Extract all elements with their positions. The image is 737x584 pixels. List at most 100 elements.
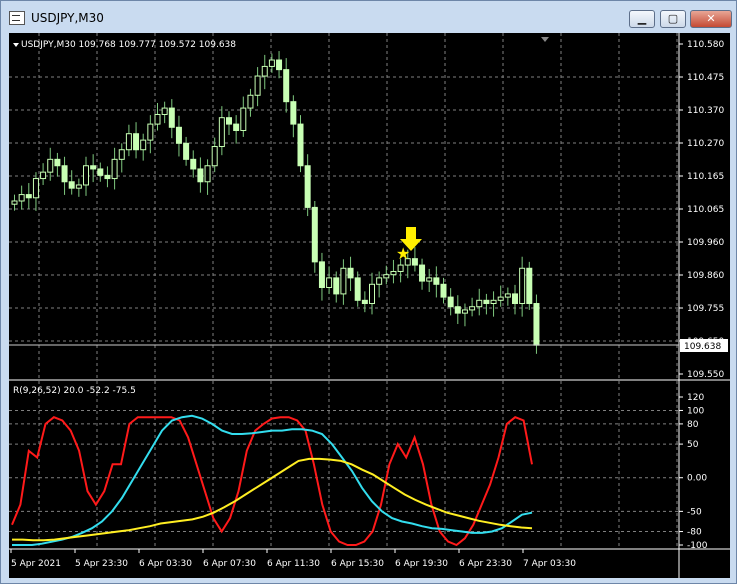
candle (469, 306, 476, 311)
candle (118, 149, 125, 160)
price-chart[interactable]: USDJPY,M30 109.768 109.777 109.572 109.6… (9, 33, 730, 578)
indicator-level-label: -80 (687, 528, 702, 538)
price-label: 110.270 (687, 139, 724, 149)
candle (433, 277, 440, 285)
candle (290, 101, 297, 125)
price-label: 109.960 (687, 238, 724, 248)
candle (526, 267, 533, 305)
candle (40, 171, 47, 180)
candle (226, 117, 232, 125)
candle (340, 267, 347, 295)
candle (68, 181, 75, 189)
indicator-level-label: -50 (687, 507, 702, 517)
candle (47, 158, 54, 173)
price-axis: 110.580 110.475 110.370 110.270 110.165 110.0… (679, 40, 724, 380)
candle (61, 165, 68, 183)
indicator-series (11, 414, 533, 547)
terminal-window: USDJPY,M30 ▁ ▢ ✕ USDJPY,M30 109.768 109.… (0, 0, 737, 584)
candle (204, 165, 211, 183)
price-label: 109.755 (687, 304, 724, 314)
time-label: 5 Apr 23:30 (75, 559, 128, 569)
close-button[interactable]: ✕ (690, 10, 732, 28)
candle (90, 165, 97, 170)
minimize-button[interactable]: ▁ (629, 10, 655, 28)
candle (261, 65, 268, 77)
candle (454, 306, 461, 314)
time-axis: 5 Apr 2021 5 Apr 23:30 6 Apr 03:30 6 Apr 07… (10, 549, 576, 569)
candle (311, 206, 318, 263)
candle (168, 107, 175, 128)
indicator-level-label: -100 (687, 541, 708, 551)
time-label: 6 Apr 15:30 (331, 559, 384, 569)
candle (190, 158, 197, 170)
candle (133, 133, 140, 151)
candle (376, 277, 383, 285)
candle (32, 178, 39, 199)
candle (440, 283, 447, 298)
candle (25, 194, 32, 199)
title-bar[interactable]: USDJPY,M30 ▁ ▢ ✕ (1, 1, 736, 33)
time-label: 6 Apr 19:30 (395, 559, 448, 569)
candle (233, 123, 240, 132)
candle (268, 59, 275, 67)
candle (483, 299, 490, 305)
time-label: 6 Apr 11:30 (267, 559, 320, 569)
candle (175, 126, 182, 144)
candle (383, 274, 390, 279)
maximize-button[interactable]: ▢ (660, 10, 686, 28)
candle (476, 299, 483, 308)
price-label: 110.065 (687, 205, 724, 215)
candle (11, 200, 18, 205)
candle (426, 277, 433, 282)
candle (490, 299, 497, 305)
price-label: 109.550 (687, 370, 724, 380)
indicator-level-label: 120 (687, 393, 704, 403)
price-label: 110.580 (687, 40, 724, 50)
indicator-level-label: 50 (687, 440, 699, 450)
candle (411, 258, 418, 266)
time-label: 6 Apr 23:30 (459, 559, 512, 569)
time-label: 7 Apr 03:30 (523, 559, 576, 569)
chart-shift-marker-icon[interactable] (541, 37, 549, 42)
candle (197, 168, 204, 183)
time-label: 5 Apr 2021 (11, 559, 61, 569)
candle (240, 107, 247, 132)
candle (75, 184, 82, 189)
candle (369, 283, 375, 305)
price-label: 110.165 (687, 172, 724, 182)
chart-menu-icon[interactable] (13, 43, 19, 47)
candle (347, 267, 354, 279)
candle (447, 296, 454, 308)
price-label: 109.860 (687, 271, 724, 281)
candle (147, 123, 154, 141)
indicator-header: R(9,26,52) 20.0 -52.2 -75.5 (13, 386, 136, 396)
candle (297, 123, 304, 167)
candle (125, 133, 132, 151)
candle (254, 75, 261, 96)
indicator-line-red (11, 416, 533, 547)
candle (318, 261, 325, 288)
candle (326, 277, 333, 288)
candle (54, 158, 61, 167)
candle (111, 158, 118, 180)
candle (304, 165, 311, 208)
candle (397, 264, 404, 272)
candle (276, 59, 283, 71)
indicator-axis: 120 100 80 50 0.00 -50 -80 -100 (679, 393, 708, 551)
candle (247, 94, 254, 109)
chart-area[interactable]: USDJPY,M30 109.768 109.777 109.572 109.6… (9, 33, 730, 578)
price-label: 110.370 (687, 106, 724, 116)
time-label: 6 Apr 07:30 (203, 559, 256, 569)
candle (354, 277, 361, 301)
candle (104, 174, 111, 180)
candle (419, 264, 426, 282)
indicator-line-cyan (12, 414, 533, 546)
candle (154, 113, 161, 125)
candle (504, 293, 511, 298)
candle (361, 299, 368, 305)
candle (497, 296, 504, 301)
main-panel-header: USDJPY,M30 109.768 109.777 109.572 109.6… (21, 40, 236, 50)
time-label: 6 Apr 03:30 (139, 559, 192, 569)
candle (333, 277, 340, 295)
chart-window-icon (9, 11, 25, 25)
